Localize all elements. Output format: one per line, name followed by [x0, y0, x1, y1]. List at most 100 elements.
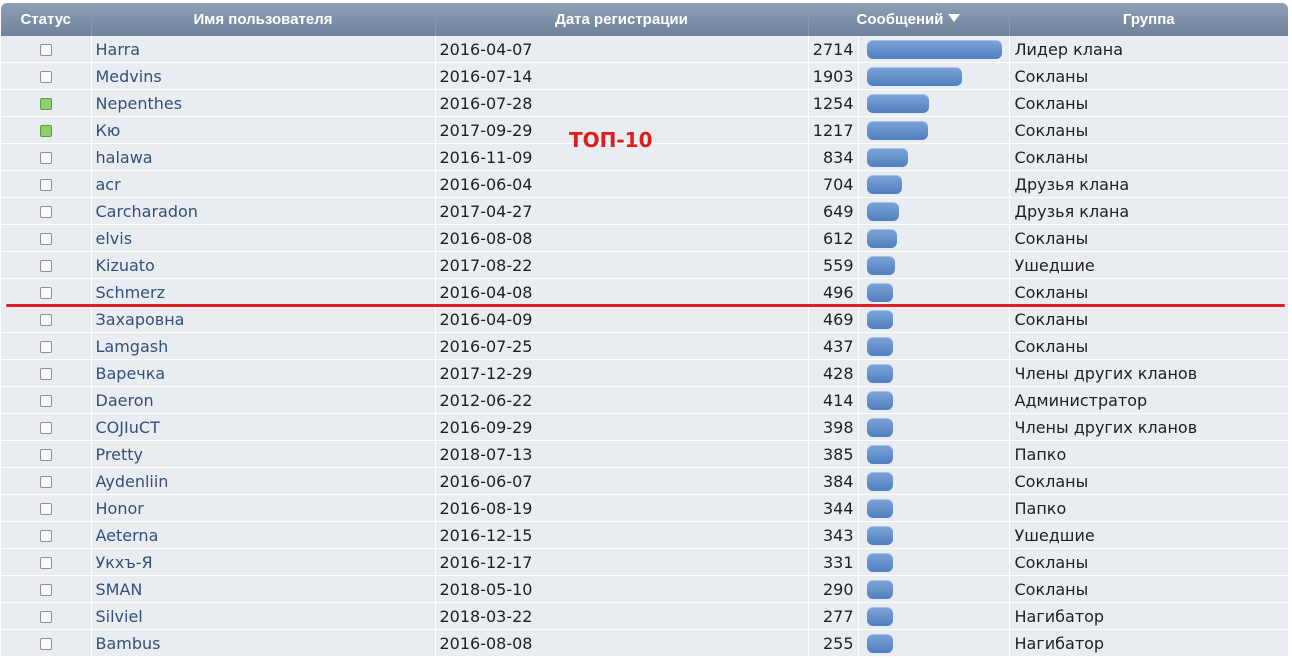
posts-bar — [866, 390, 893, 410]
username-link[interactable]: Carcharadon — [91, 197, 436, 225]
username-link[interactable]: Medvins — [91, 62, 436, 90]
column-header-status[interactable]: Статус — [1, 3, 92, 36]
posts-bar-cell — [858, 332, 1010, 360]
posts-count-cell: 290 — [808, 575, 859, 603]
posts-count-cell: 2714 — [808, 36, 859, 63]
table-row: Aydenliin 2016-06-07 384 Сокланы — [1, 467, 1288, 495]
group-cell: Папко — [1009, 494, 1288, 522]
group-cell: Сокланы — [1009, 575, 1288, 603]
posts-bar-cell — [858, 36, 1010, 63]
status-cell — [1, 143, 92, 171]
posts-bar — [866, 471, 893, 491]
group-cell: Сокланы — [1009, 548, 1288, 576]
posts-bar — [866, 336, 893, 356]
username-link[interactable]: Daeron — [91, 386, 436, 414]
username-link[interactable]: Honor — [91, 494, 436, 522]
username-link[interactable]: SMAN — [91, 575, 436, 603]
group-cell: Члены других кланов — [1009, 359, 1288, 387]
reg-date-cell: 2016-08-19 — [435, 494, 809, 522]
username-link[interactable]: Aeterna — [91, 521, 436, 549]
column-header-reg-date[interactable]: Дата регистрации — [435, 3, 809, 36]
posts-bar — [866, 228, 897, 248]
column-header-username-label: Имя пользователя — [193, 11, 333, 28]
table-row: Silviel 2018-03-22 277 Нагибатор — [1, 602, 1288, 630]
posts-bar — [866, 147, 908, 167]
group-cell: Члены других кланов — [1009, 413, 1288, 441]
status-cell — [1, 440, 92, 468]
group-cell: Сокланы — [1009, 332, 1288, 360]
table-row: Укхъ-Я 2016-12-17 331 Сокланы — [1, 548, 1288, 576]
posts-bar — [866, 174, 902, 194]
posts-count-cell: 1254 — [808, 89, 859, 117]
table-row: Kizuato 2017-08-22 559 Ушедшие — [1, 251, 1288, 279]
posts-count-cell: 277 — [808, 602, 859, 630]
table-row: Lamgash 2016-07-25 437 Сокланы — [1, 332, 1288, 360]
table-row: Carcharadon 2017-04-27 649 Друзья клана — [1, 197, 1288, 225]
posts-bar-cell — [858, 224, 1010, 252]
status-cell — [1, 116, 92, 144]
posts-count-cell: 1903 — [808, 62, 859, 90]
status-cell — [1, 521, 92, 549]
posts-count-cell: 344 — [808, 494, 859, 522]
status-cell — [1, 575, 92, 603]
status-indicator-icon — [39, 152, 52, 164]
status-indicator-icon — [39, 638, 52, 650]
column-header-username[interactable]: Имя пользователя — [91, 3, 436, 36]
table-row: Schmerz 2016-04-08 496 Сокланы — [1, 278, 1288, 306]
status-cell — [1, 413, 92, 441]
username-link[interactable]: halawa — [91, 143, 436, 171]
username-link[interactable]: Варечка — [91, 359, 436, 387]
username-link[interactable]: Укхъ-Я — [91, 548, 436, 576]
username-link[interactable]: elvis — [91, 224, 436, 252]
posts-bar — [866, 579, 893, 599]
table-row: Honor 2016-08-19 344 Папко — [1, 494, 1288, 522]
posts-bar-cell — [858, 278, 1010, 306]
status-cell — [1, 224, 92, 252]
column-header-posts-label: Сообщений — [856, 11, 944, 28]
status-cell — [1, 548, 92, 576]
username-link[interactable]: Schmerz — [91, 278, 436, 306]
group-cell: Друзья клана — [1009, 170, 1288, 198]
username-link[interactable]: Pretty — [91, 440, 436, 468]
status-indicator-icon — [39, 44, 52, 56]
column-header-reg-date-label: Дата регистрации — [555, 11, 688, 28]
username-link[interactable]: Кю — [91, 116, 436, 144]
reg-date-cell: 2018-05-10 — [435, 575, 809, 603]
posts-bar-cell — [858, 548, 1010, 576]
username-link[interactable]: Harra — [91, 36, 436, 63]
username-link[interactable]: Nepenthes — [91, 89, 436, 117]
status-cell — [1, 251, 92, 279]
table-row: Aeterna 2016-12-15 343 Ушедшие — [1, 521, 1288, 549]
posts-bar-cell — [858, 251, 1010, 279]
reg-date-cell: 2016-07-28 — [435, 89, 809, 117]
username-link[interactable]: acr — [91, 170, 436, 198]
sort-descending-icon — [948, 14, 961, 22]
username-link[interactable]: Silviel — [91, 602, 436, 630]
table-row: Medvins 2016-07-14 1903 Сокланы — [1, 62, 1288, 90]
posts-count-cell: 649 — [808, 197, 859, 225]
table-row: elvis 2016-08-08 612 Сокланы — [1, 224, 1288, 252]
posts-bar — [866, 498, 893, 518]
top-10-divider-line — [6, 304, 1285, 307]
posts-count-cell: 384 — [808, 467, 859, 495]
column-header-group[interactable]: Группа — [1009, 3, 1288, 36]
posts-bar — [866, 444, 893, 464]
posts-bar — [866, 525, 893, 545]
posts-bar — [866, 39, 1002, 59]
posts-bar — [866, 606, 893, 626]
status-indicator-icon — [39, 341, 52, 353]
column-header-posts[interactable]: Сообщений — [808, 3, 1010, 36]
status-indicator-icon — [39, 314, 52, 326]
username-link[interactable]: Aydenliin — [91, 467, 436, 495]
posts-bar — [866, 633, 893, 653]
posts-bar — [866, 93, 929, 113]
username-link[interactable]: COJIuCT — [91, 413, 436, 441]
username-link[interactable]: Bambus — [91, 629, 436, 657]
username-link[interactable]: Kizuato — [91, 251, 436, 279]
username-link[interactable]: Захаровна — [91, 305, 436, 333]
status-indicator-icon — [39, 260, 52, 272]
posts-count-cell: 331 — [808, 548, 859, 576]
status-cell — [1, 278, 92, 306]
username-link[interactable]: Lamgash — [91, 332, 436, 360]
posts-count-cell: 343 — [808, 521, 859, 549]
